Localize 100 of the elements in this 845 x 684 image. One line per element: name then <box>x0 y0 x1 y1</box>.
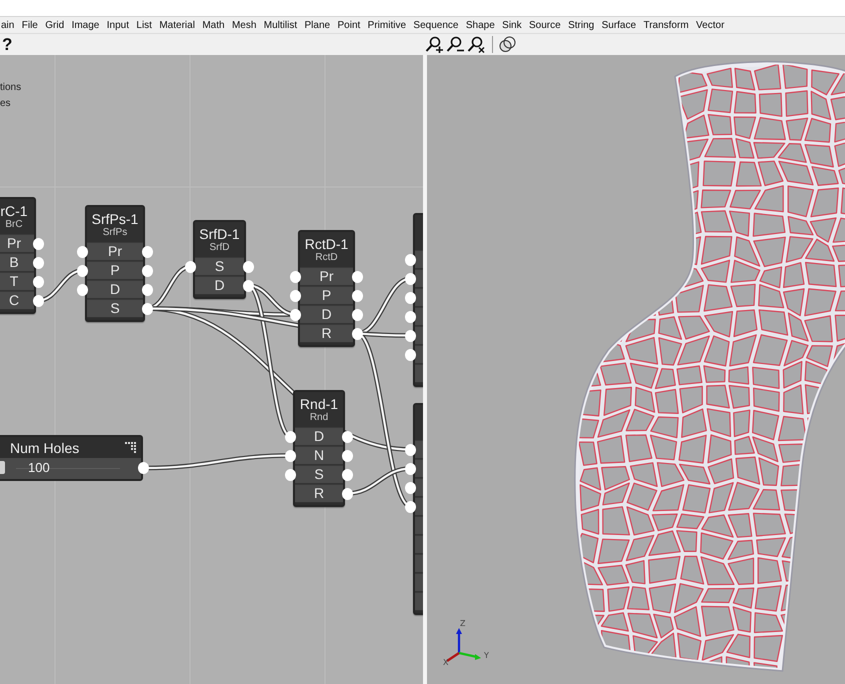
menu-item[interactable]: List <box>136 20 152 30</box>
menu-item[interactable]: Mesh <box>232 20 256 30</box>
menu-item[interactable]: Multilist <box>264 20 298 30</box>
menu-item[interactable]: File <box>22 20 38 30</box>
input-port[interactable] <box>77 284 88 296</box>
port-row: N <box>295 446 343 465</box>
port-row: S <box>87 299 143 318</box>
node-subtitle: SrfD <box>210 242 230 254</box>
zoom-out-icon[interactable] <box>446 36 465 53</box>
component-node[interactable]: SrfD-1 SrfD S D <box>193 220 246 299</box>
node-title: RctD-1 <box>304 236 348 252</box>
output-port[interactable] <box>33 256 44 268</box>
port-row: C <box>0 291 34 310</box>
input-port[interactable] <box>77 264 88 276</box>
port-row: Pr <box>300 267 353 286</box>
node-title: Rnd-1 <box>300 396 338 412</box>
port-row: D <box>300 305 353 324</box>
output-port[interactable] <box>142 264 153 276</box>
component-node[interactable]: rC-1 BrC Pr B T C <box>0 197 36 314</box>
port-row: Pr <box>87 242 143 261</box>
input-port[interactable] <box>405 254 416 266</box>
output-port[interactable] <box>342 450 353 462</box>
input-port[interactable] <box>185 260 196 272</box>
menu-item[interactable]: Sequence <box>413 20 458 30</box>
grip-dots-icon[interactable] <box>125 442 137 454</box>
menu-item[interactable]: Surface <box>602 20 636 30</box>
output-port[interactable] <box>138 462 149 474</box>
port-row: D <box>87 280 143 299</box>
menu-item[interactable]: Primitive <box>368 20 406 30</box>
input-port[interactable] <box>405 482 416 494</box>
slider-track[interactable]: 100 <box>0 458 141 479</box>
axis-label: X <box>443 658 448 667</box>
component-node[interactable]: Rnd-1 Rnd D N S R <box>293 390 345 507</box>
output-port[interactable] <box>342 430 353 442</box>
menu-item[interactable]: Grid <box>45 20 64 30</box>
input-port[interactable] <box>290 290 301 302</box>
input-port[interactable] <box>405 462 416 474</box>
menu-item[interactable]: Math <box>202 20 225 30</box>
output-port[interactable] <box>352 290 363 302</box>
output-port[interactable] <box>342 468 353 480</box>
3d-viewport[interactable]: Z Y X <box>427 55 845 684</box>
port-row: S <box>195 257 244 276</box>
port-row: R <box>300 324 353 343</box>
menu-item[interactable]: Transform <box>643 20 689 30</box>
input-port[interactable] <box>405 292 416 304</box>
menu-item[interactable]: Material <box>159 20 195 30</box>
port-row: Pr <box>0 234 34 253</box>
port-row: S <box>295 465 343 484</box>
input-port[interactable] <box>405 272 416 284</box>
slider-value: 100 <box>28 460 50 475</box>
menu-item[interactable]: ain <box>1 20 14 30</box>
output-port[interactable] <box>142 246 153 258</box>
output-port[interactable] <box>352 270 363 282</box>
node-subtitle: RctD <box>315 252 338 264</box>
menu-item[interactable]: Vector <box>696 20 724 30</box>
input-port[interactable] <box>405 500 416 512</box>
input-port[interactable] <box>405 348 416 360</box>
input-port[interactable] <box>290 270 301 282</box>
menu-item[interactable]: Plane <box>304 20 330 30</box>
port-row: T <box>0 272 34 291</box>
menu-item[interactable]: Point <box>337 20 360 30</box>
input-port[interactable] <box>290 308 301 320</box>
output-port[interactable] <box>142 302 153 314</box>
zoom-reset-icon[interactable] <box>467 36 486 53</box>
input-port[interactable] <box>285 468 296 480</box>
output-port[interactable] <box>342 488 353 500</box>
component-node[interactable]: SrfPs-1 SrfPs Pr P D S <box>85 205 145 322</box>
menu-item[interactable]: Sink <box>502 20 522 30</box>
component-node[interactable]: RctD-1 RctD Pr P D R <box>298 230 355 347</box>
spheres-icon[interactable] <box>499 36 516 53</box>
axis-triad-icon <box>446 628 481 662</box>
node-subtitle: BrC <box>5 218 23 230</box>
output-port[interactable] <box>243 260 254 272</box>
canvas-label: es <box>0 98 11 109</box>
input-port[interactable] <box>405 444 416 456</box>
output-port[interactable] <box>142 284 153 296</box>
menu-item[interactable]: Input <box>106 20 129 30</box>
axis-label: Z <box>460 619 466 628</box>
node-title: rC-1 <box>0 202 28 218</box>
output-port[interactable] <box>33 294 44 306</box>
node-title: SrfPs-1 <box>92 210 138 226</box>
input-port[interactable] <box>77 246 88 258</box>
menu-item[interactable]: Source <box>529 20 561 30</box>
input-port[interactable] <box>405 330 416 342</box>
node-editor-canvas[interactable]: tions es rC-1 BrC Pr B T C SrfPs-1 SrfPs Pr P D S SrfD-1 SrfD S D RctD-1 RctD Pr P D R Rnd-1 Rnd D N S R Num Holes 100 <box>0 55 423 684</box>
input-port[interactable] <box>405 310 416 322</box>
zoom-in-icon[interactable] <box>425 36 444 53</box>
input-port[interactable] <box>285 450 296 462</box>
menu-item[interactable]: String <box>568 20 594 30</box>
port-row: R <box>295 484 343 503</box>
menu-item[interactable]: Shape <box>466 20 495 30</box>
output-port[interactable] <box>33 238 44 250</box>
output-port[interactable] <box>33 276 44 288</box>
help-button[interactable]: ? <box>2 34 12 54</box>
number-slider-node[interactable]: Num Holes 100 <box>0 435 143 481</box>
port-row: B <box>0 253 34 272</box>
menu-item[interactable]: Image <box>72 20 100 30</box>
output-port[interactable] <box>243 280 254 292</box>
output-port[interactable] <box>352 308 363 320</box>
output-port[interactable] <box>352 328 363 340</box>
